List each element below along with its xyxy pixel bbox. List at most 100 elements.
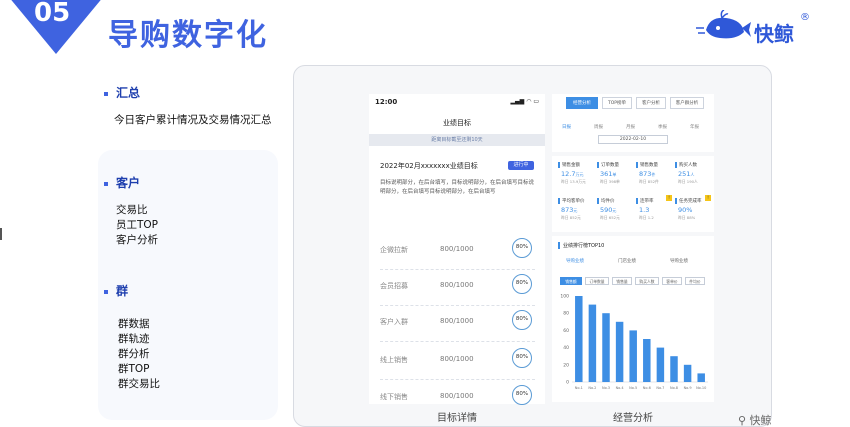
stat-item: 销售数量 873件 昨日 852件 — [636, 162, 674, 188]
metric-row[interactable]: 会员招募 800/1000 80% — [380, 270, 535, 306]
stat-item: 平均客单价 873元 昨日 852元 — [558, 198, 596, 224]
chip-buyers[interactable]: 购买人数 — [635, 277, 659, 285]
stat-value: 251人 — [678, 170, 695, 178]
feature-list: 汇总 今日客户累计情况及交易情况汇总 客户 交易比 员工TOP 客户分析 群 群… — [98, 72, 283, 422]
group-title: 群 — [104, 282, 128, 299]
stat-item: 连带率 1.3 昨日 1.2 ! — [636, 195, 674, 224]
app-mockup-frame: 12:00 ▂▄▆ ◠ ▭ 业绩目标 距离目标截至还剩10天 2022年02月x… — [293, 65, 772, 427]
goal-screen-caption: 目标详情 — [437, 413, 477, 424]
progress-ring: 80% — [512, 385, 532, 405]
chip-orders[interactable]: 订单数量 — [585, 277, 609, 285]
edge-marker — [0, 228, 2, 240]
stats-card: 销售金额 12.7万元 昨日 13.9万元 订单数量 361单 昨日 398单 … — [552, 156, 714, 232]
group-item: 群交易比 — [118, 378, 160, 390]
stat-value: 590元 — [600, 206, 617, 214]
stat-label: 平均客单价 — [558, 198, 585, 204]
y-tick-label: 40 — [563, 345, 569, 351]
stat-label: 连带率 — [636, 198, 654, 204]
metric-label: 会员招募 — [380, 282, 408, 290]
date-picker[interactable]: 2022-02-10 — [598, 135, 668, 144]
tab-top[interactable]: TOP榜单 — [602, 97, 632, 109]
tab-business[interactable]: 经营分析 — [566, 97, 598, 109]
stat-compare: 昨日 190人 — [678, 179, 698, 184]
chip-avg-order[interactable]: 客单价 — [662, 277, 682, 285]
slide-title: 导购数字化 — [108, 18, 268, 53]
bullet-icon — [104, 181, 108, 186]
stat-compare: 昨日 13.9万元 — [561, 179, 586, 184]
x-tick-label: No.10 — [696, 386, 706, 390]
group-item: 群数据 — [118, 318, 150, 330]
analysis-tabs: 经营分析 TOP榜单 客户分析 客户群分析 — [552, 94, 714, 112]
stat-item: 任务完成率 90% 昨日 88% ! — [675, 195, 713, 224]
customer-item: 员工TOP — [116, 219, 159, 231]
period-day[interactable]: 日报 — [562, 124, 571, 130]
signal-wifi-battery-icon: ▂▄▆ ◠ ▭ — [510, 98, 539, 105]
stat-compare: 昨日 1.2 — [639, 215, 654, 220]
rank-tab-guide[interactable]: 导购业绩 — [566, 258, 584, 264]
customer-title: 客户 — [104, 174, 140, 191]
x-tick-label: No.2 — [588, 386, 596, 390]
rank-tab-store[interactable]: 门店业绩 — [618, 258, 636, 264]
stat-compare: 昨日 852元 — [561, 215, 581, 220]
customer-item: 客户分析 — [116, 234, 158, 246]
period-week[interactable]: 周报 — [594, 124, 603, 130]
period-month[interactable]: 月报 — [626, 124, 635, 130]
tab-customer[interactable]: 客户分析 — [636, 97, 666, 109]
summary-title: 汇总 — [104, 84, 140, 101]
metric-value: 800/1000 — [440, 317, 474, 325]
stat-value: 90% — [678, 206, 693, 214]
group-item: 群轨迹 — [118, 333, 150, 345]
bar — [697, 373, 705, 382]
bar — [683, 364, 692, 382]
x-tick-label: No.1 — [575, 386, 583, 390]
metric-label: 企微拉新 — [380, 246, 408, 254]
y-tick-label: 0 — [566, 380, 569, 386]
chip-volume[interactable]: 销售量 — [612, 277, 632, 285]
warning-icon: ! — [666, 195, 672, 201]
stat-label: 订单数量 — [597, 162, 619, 168]
brand-logo: 快鲸 ® — [696, 10, 826, 46]
progress-ring: 80% — [512, 238, 532, 258]
registered-mark: ® — [800, 12, 810, 23]
progress-ring: 80% — [512, 310, 532, 330]
status-time: 12:00 — [375, 98, 398, 106]
x-tick-label: No.3 — [602, 386, 610, 390]
bar — [575, 296, 583, 382]
metric-value: 800/1000 — [440, 281, 474, 289]
stat-label: 销售数量 — [636, 162, 658, 168]
metric-row[interactable]: 线上销售 800/1000 80% — [380, 344, 535, 380]
bar — [615, 321, 624, 382]
metric-value: 800/1000 — [440, 355, 474, 363]
metric-value: 800/1000 — [440, 245, 474, 253]
period-year[interactable]: 年报 — [690, 124, 699, 130]
metric-value: 800/1000 — [440, 392, 474, 400]
x-tick-label: No.5 — [629, 386, 637, 390]
period-quarter[interactable]: 季报 — [658, 124, 667, 130]
y-tick-label: 60 — [563, 328, 569, 334]
metric-row[interactable]: 企微拉新 800/1000 80% — [380, 234, 535, 270]
tab-customer-group[interactable]: 客户群分析 — [670, 97, 704, 109]
metric-label: 线上销售 — [380, 356, 408, 364]
customer-item: 交易比 — [116, 204, 148, 216]
stat-item: 均件价 590元 昨日 652元 — [597, 198, 635, 224]
summary-text: 今日客户累计情况及交易情况汇总 — [114, 114, 272, 126]
bar — [629, 330, 637, 382]
y-tick-label: 20 — [563, 362, 569, 368]
summary-title-text: 汇总 — [116, 86, 141, 100]
bullet-icon — [104, 289, 108, 294]
analysis-screen: 经营分析 TOP榜单 客户分析 客户群分析 日报 周报 月报 季报 年报 202… — [552, 94, 714, 404]
chip-avg-item[interactable]: 件均价 — [685, 277, 705, 285]
bar — [643, 339, 651, 382]
chip-sales[interactable]: 销售额 — [560, 277, 582, 285]
goal-description: 目标说明部分，在后台填写，目标说明部分，在后台填写目标说明部分，在后台填写目标说… — [380, 180, 535, 195]
deadline-banner: 距离目标截至还剩10天 — [369, 134, 545, 146]
stat-item: 销售金额 12.7万元 昨日 13.9万元 — [558, 162, 596, 188]
stat-compare: 昨日 398单 — [600, 179, 620, 184]
metric-label: 客户入群 — [380, 318, 408, 326]
metric-row[interactable]: 客户入群 800/1000 80% — [380, 306, 535, 342]
slide-number: 05 — [34, 0, 71, 28]
stat-compare: 昨日 652元 — [600, 215, 620, 220]
customer-title-text: 客户 — [116, 176, 141, 190]
rank-tab-guide-2[interactable]: 导购业绩 — [670, 258, 688, 264]
brand-name: 快鲸 — [754, 22, 794, 46]
